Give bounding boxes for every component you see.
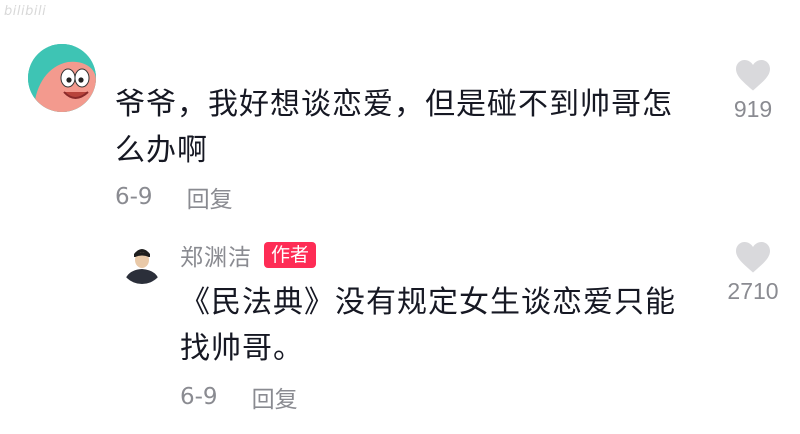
like-count: 919 bbox=[733, 96, 773, 122]
author-badge: 作者 bbox=[264, 242, 317, 268]
avatar[interactable] bbox=[28, 44, 96, 112]
reply-avatar[interactable] bbox=[120, 240, 164, 284]
reply-meta: 6-9 回复 bbox=[180, 380, 298, 414]
comment-text: 爷爷，我好想谈恋爱，但是碰不到帅哥怎么办啊 bbox=[115, 87, 673, 168]
reply-like-button[interactable]: 2710 bbox=[713, 240, 793, 305]
comment-meta: 6-9 回复 bbox=[115, 180, 233, 214]
reply-like-count: 2710 bbox=[727, 278, 779, 304]
reply-button[interactable]: 回复 bbox=[187, 180, 233, 214]
reply-header: 郑渊洁 作者 bbox=[180, 238, 317, 272]
like-button[interactable]: 919 bbox=[713, 58, 793, 123]
heart-icon bbox=[736, 60, 770, 91]
person-avatar-icon bbox=[120, 240, 164, 284]
heart-icon bbox=[736, 242, 770, 273]
comment-date: 6-9 bbox=[115, 184, 153, 210]
bilibili-watermark: bilibili bbox=[4, 4, 47, 19]
reply-text: 《民法典》没有规定女生谈恋爱只能找帅哥。 bbox=[180, 285, 676, 366]
reply-reply-button[interactable]: 回复 bbox=[252, 380, 298, 414]
patrick-avatar-icon bbox=[28, 44, 96, 112]
reply-date: 6-9 bbox=[180, 384, 218, 410]
reply-username[interactable]: 郑渊洁 bbox=[180, 238, 252, 272]
